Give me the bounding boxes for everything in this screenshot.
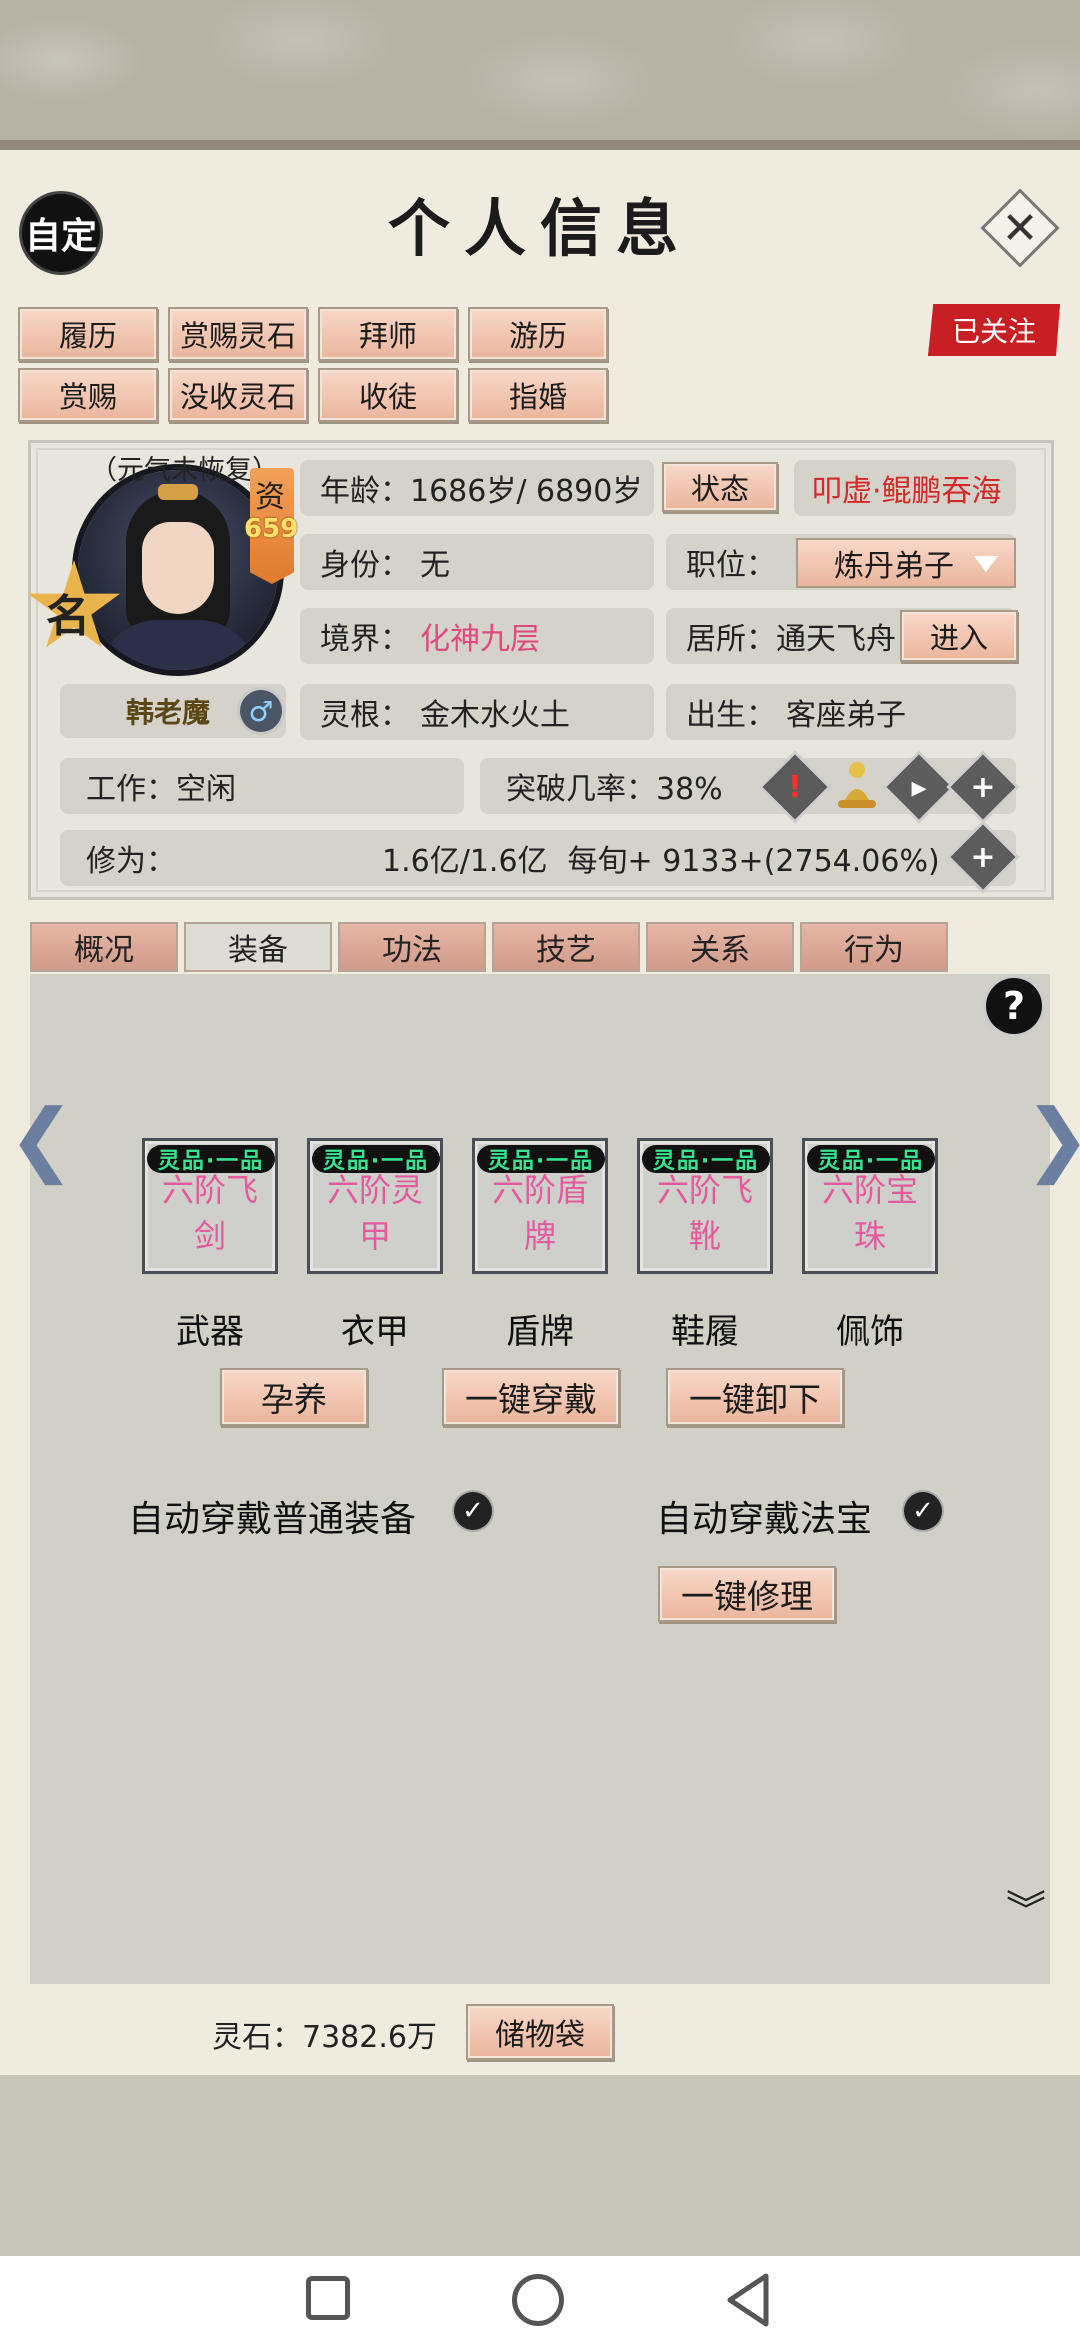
play-icon[interactable]: ▸ [886, 754, 952, 820]
slot-label-shield: 盾牌 [506, 1312, 574, 1352]
realm-label: 境界： [320, 622, 410, 657]
action-button-travel[interactable]: 游历 [468, 307, 608, 361]
equipment-slot-boots[interactable]: 灵品·一品 六阶飞靴 [637, 1138, 773, 1274]
spirit-root-value: 金木水火土 [420, 698, 570, 733]
auto-equip-normal-label: 自动穿戴普通装备 [128, 1499, 417, 1540]
realm-field: 境界： 化神九层 [300, 608, 654, 664]
equip-all-button[interactable]: 一键穿戴 [442, 1368, 620, 1426]
position-select[interactable]: 炼丹弟子 [796, 538, 1016, 588]
action-button-confiscate-stones[interactable]: 没收灵石 [168, 368, 308, 422]
position-label: 职位： [686, 548, 776, 583]
equipped-item-name: 六阶飞靴 [656, 1171, 753, 1255]
add-breakthrough-icon[interactable]: + [950, 754, 1016, 820]
chevron-down-icon [974, 556, 998, 572]
equipment-content [30, 974, 1050, 1984]
close-button[interactable]: ✕ [980, 188, 1060, 268]
top-border [0, 140, 1080, 150]
nurture-button[interactable]: 孕养 [220, 1368, 368, 1426]
repair-all-button[interactable]: 一键修理 [658, 1566, 836, 1622]
tab-behavior[interactable]: 行为 [800, 922, 948, 972]
spirit-root-field: 灵根： 金木水火土 [300, 684, 654, 740]
enter-residence-button[interactable]: 进入 [900, 610, 1018, 662]
slot-label-weapon: 武器 [176, 1312, 244, 1352]
equipment-slot-weapon[interactable]: 灵品·一品 六阶飞剑 [142, 1138, 278, 1274]
identity-field: 身份： 无 [300, 534, 654, 590]
spirit-stone-balance: 灵石：7382.6万 [212, 2020, 437, 2055]
equipped-item-name: 六阶宝珠 [821, 1171, 918, 1255]
warning-icon[interactable]: ! [762, 754, 828, 820]
action-button-apprentice[interactable]: 拜师 [318, 307, 458, 361]
add-cultivation-icon[interactable]: + [950, 824, 1016, 890]
meditating-figure-icon[interactable] [832, 758, 882, 814]
status-button[interactable]: 状态 [662, 462, 778, 512]
portrait-robe [98, 620, 258, 670]
portrait-face [142, 522, 214, 614]
close-icon: ✕ [1001, 202, 1039, 254]
identity-value: 无 [420, 548, 450, 583]
slot-label-accessory: 佩饰 [836, 1312, 904, 1352]
page-title: 个人信息 [387, 192, 692, 265]
slot-label-armor: 衣甲 [341, 1312, 409, 1352]
age-field: 年龄：1686岁/ 6890岁 [300, 460, 654, 516]
home-icon[interactable] [512, 2274, 564, 2326]
male-gender-icon: ♂ [240, 690, 282, 732]
equipment-slot-accessory[interactable]: 灵品·一品 六阶宝珠 [802, 1138, 938, 1274]
tab-bar: 概况 装备 功法 技艺 关系 行为 [30, 922, 950, 974]
spirit-root-label: 灵根： [320, 698, 410, 733]
equipped-item-name: 六阶盾牌 [491, 1171, 588, 1255]
auto-equip-treasure-checkbox[interactable]: ✓ [904, 1492, 942, 1530]
action-button-reward[interactable]: 赏赐 [18, 368, 158, 422]
position-select-value: 炼丹弟子 [834, 549, 954, 584]
cultivation-value: 1.6亿/1.6亿 [382, 844, 548, 879]
work-field: 工作：空闲 [60, 758, 464, 814]
cultivation-label: 修为： [86, 844, 176, 879]
aptitude-label: 资 [255, 480, 285, 515]
collapse-chevron-icon[interactable]: ︾ [1006, 1891, 1046, 1931]
previous-character-arrow-icon[interactable]: ❮ [8, 1092, 75, 1185]
sect-text: 叩虚·鲲鹏吞海 [812, 474, 1002, 509]
sect-field: 叩虚·鲲鹏吞海 [794, 460, 1016, 516]
birth-value: 客座弟子 [786, 698, 906, 733]
follow-badge[interactable]: 已关注 [928, 304, 1060, 356]
recent-apps-icon[interactable] [306, 2276, 350, 2320]
equipment-slot-shield[interactable]: 灵品·一品 六阶盾牌 [472, 1138, 608, 1274]
auto-equip-normal-checkbox[interactable]: ✓ [454, 1492, 492, 1530]
unequip-all-button[interactable]: 一键卸下 [666, 1368, 844, 1426]
storage-bag-button[interactable]: 储物袋 [466, 2004, 614, 2060]
equipment-slot-armor[interactable]: 灵品·一品 六阶灵甲 [307, 1138, 443, 1274]
birth-label: 出生： [686, 698, 776, 733]
slot-label-boots: 鞋履 [671, 1312, 739, 1352]
rank-star-label: 名 [46, 591, 90, 642]
equipped-item-name: 六阶飞剑 [161, 1171, 258, 1255]
realm-value: 化神九层 [420, 622, 540, 657]
tab-equipment[interactable]: 装备 [184, 922, 332, 972]
action-button-take-disciple[interactable]: 收徒 [318, 368, 458, 422]
top-decoration [0, 0, 1080, 150]
cultivation-field: 修为： 1.6亿/1.6亿 每旬+ 9133+(2754.06%) [60, 830, 1016, 886]
auto-equip-treasure-label: 自动穿戴法宝 [656, 1499, 873, 1540]
tab-overview[interactable]: 概况 [30, 922, 178, 972]
aptitude-value: 659 [244, 514, 299, 544]
tab-skills[interactable]: 技艺 [492, 922, 640, 972]
birth-field: 出生： 客座弟子 [666, 684, 1016, 740]
tab-relations[interactable]: 关系 [646, 922, 794, 972]
identity-label: 身份： [320, 548, 410, 583]
back-icon[interactable] [722, 2272, 772, 2332]
next-character-arrow-icon[interactable]: ❯ [1024, 1092, 1080, 1185]
help-icon[interactable]: ? [986, 978, 1042, 1034]
character-portrait[interactable] [78, 470, 278, 670]
action-button-marriage[interactable]: 指婚 [468, 368, 608, 422]
action-button-reward-stones[interactable]: 赏赐灵石 [168, 307, 308, 361]
equipped-item-name: 六阶灵甲 [326, 1171, 423, 1255]
action-button-resume[interactable]: 履历 [18, 307, 158, 361]
cultivation-per-turn: 每旬+ 9133+(2754.06%) [567, 844, 940, 879]
tab-techniques[interactable]: 功法 [338, 922, 486, 972]
